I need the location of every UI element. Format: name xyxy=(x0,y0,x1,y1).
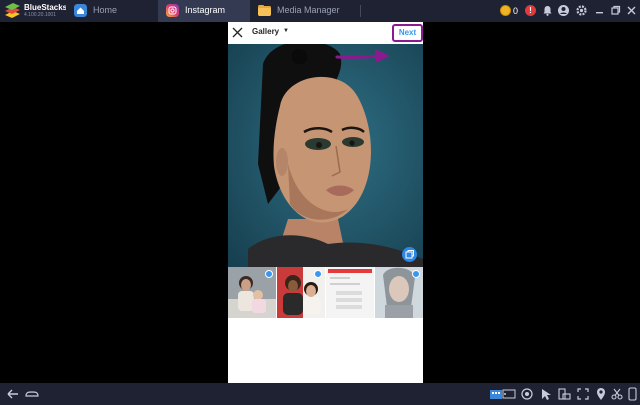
coin-count: 0 xyxy=(513,6,519,16)
emulator-screen: Gallery ▼ Next xyxy=(0,22,640,383)
selected-photo-preview xyxy=(228,44,423,267)
arrow-annotation-icon xyxy=(335,49,390,63)
gamepad-icon[interactable] xyxy=(502,387,516,401)
cursor-icon[interactable] xyxy=(539,387,553,401)
coin-icon[interactable] xyxy=(500,5,511,16)
keyboard-icon[interactable] xyxy=(489,387,503,401)
selection-badge xyxy=(265,270,273,278)
rotate-icon[interactable] xyxy=(557,387,571,401)
gallery-header: Gallery ▼ Next xyxy=(228,22,423,44)
phone-icon[interactable] xyxy=(625,387,639,401)
restore-icon[interactable] xyxy=(609,4,622,17)
tab-home[interactable]: Home xyxy=(66,0,158,22)
thumb-family-photo[interactable] xyxy=(228,267,276,318)
home-icon[interactable] xyxy=(25,387,39,401)
scissors-icon[interactable] xyxy=(610,387,624,401)
tab-media-manager[interactable]: Media Manager xyxy=(250,0,360,22)
eye-icon[interactable] xyxy=(520,387,534,401)
next-button[interactable]: Next xyxy=(392,24,423,42)
tab-media-manager-label: Media Manager xyxy=(277,5,340,15)
folder-icon xyxy=(258,5,271,16)
thumb-couple-photo[interactable] xyxy=(277,267,325,318)
portrait-photo xyxy=(228,44,423,267)
back-icon[interactable] xyxy=(6,387,20,401)
thumb-app-screenshot[interactable] xyxy=(326,267,374,318)
instagram-screen: Gallery ▼ Next xyxy=(228,22,423,383)
alert-icon[interactable]: ! xyxy=(525,5,536,16)
chevron-down-icon[interactable]: ▼ xyxy=(283,28,289,34)
tab-instagram-label: Instagram xyxy=(185,5,226,15)
minimize-icon[interactable] xyxy=(593,4,606,17)
thumb-portrait-faded[interactable] xyxy=(375,267,423,318)
account-icon[interactable] xyxy=(557,4,570,17)
selection-badge xyxy=(412,270,420,278)
close-icon[interactable] xyxy=(232,27,243,38)
close-window-icon[interactable] xyxy=(625,4,638,17)
tab-instagram[interactable]: Instagram xyxy=(158,0,250,22)
selection-badge xyxy=(314,270,322,278)
bluestacks-logo-icon xyxy=(5,3,20,18)
bluestacks-brand: BlueStacks 4.100.20.1001 xyxy=(4,2,68,20)
gallery-grid xyxy=(228,267,423,318)
app-name: BlueStacks xyxy=(24,3,68,12)
tab-divider xyxy=(360,5,361,17)
location-icon[interactable] xyxy=(594,387,608,401)
bottom-toolbar xyxy=(0,383,640,405)
gear-icon[interactable] xyxy=(575,4,588,17)
instagram-icon xyxy=(166,4,179,17)
bell-icon[interactable] xyxy=(541,4,554,17)
title-bar: BlueStacks 4.100.20.1001 Home Instagram xyxy=(0,0,640,22)
home-icon xyxy=(74,4,87,17)
multiple-photos-icon xyxy=(405,250,414,259)
tab-home-label: Home xyxy=(93,5,118,15)
gallery-dropdown[interactable]: Gallery xyxy=(252,27,279,36)
fullscreen-icon[interactable] xyxy=(576,387,590,401)
app-version: 4.100.20.1001 xyxy=(24,12,56,18)
select-multiple-button[interactable] xyxy=(402,247,417,262)
